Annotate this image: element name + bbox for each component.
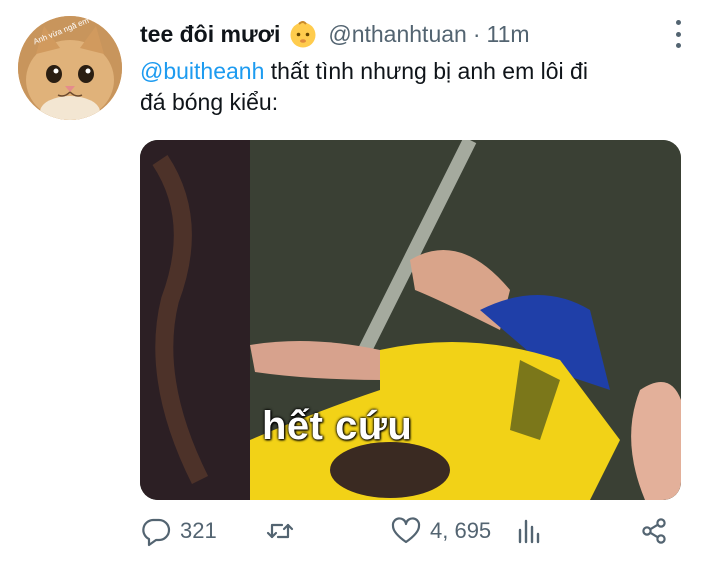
more-vertical-icon[interactable] xyxy=(673,20,683,48)
heart-icon xyxy=(391,517,421,544)
display-name[interactable]: tee đôi mươi xyxy=(140,21,280,48)
reply-icon xyxy=(142,518,171,547)
tweet-media[interactable]: hết cứu xyxy=(140,140,681,500)
retweet-icon xyxy=(266,523,294,539)
like-count: 4, 695 xyxy=(430,518,492,543)
avatar[interactable]: Anh vừa ngã em hả xyxy=(18,16,122,120)
like-button[interactable]: 4, 695 xyxy=(390,512,491,550)
tweet-header: tee đôi mươi @nthanhtuan · 11m xyxy=(140,18,689,50)
timestamp[interactable]: 11m xyxy=(487,21,530,48)
tweet-text: @buitheanh thất tình nhưng bị anh em lôi… xyxy=(140,56,680,118)
mention-link[interactable]: @buitheanh xyxy=(140,58,264,84)
share-icon xyxy=(642,518,666,544)
reply-button[interactable]: 321 xyxy=(140,512,217,550)
user-handle[interactable]: @nthanhtuan xyxy=(328,21,466,48)
tweet-text-line1: thất tình nhưng bị anh em lôi đi xyxy=(264,58,588,84)
reply-count: 321 xyxy=(180,518,217,543)
media-caption: hết cứu xyxy=(262,404,413,448)
tweet-text-line2: đá bóng kiểu: xyxy=(140,89,279,115)
action-bar: 321 4, 695 xyxy=(140,512,680,550)
analytics-button[interactable] xyxy=(514,512,546,550)
retweet-button[interactable] xyxy=(264,512,296,550)
separator-dot: · xyxy=(472,20,481,47)
share-button[interactable] xyxy=(638,512,670,550)
baby-face-emoji-icon xyxy=(288,19,318,49)
analytics-icon xyxy=(518,519,540,544)
